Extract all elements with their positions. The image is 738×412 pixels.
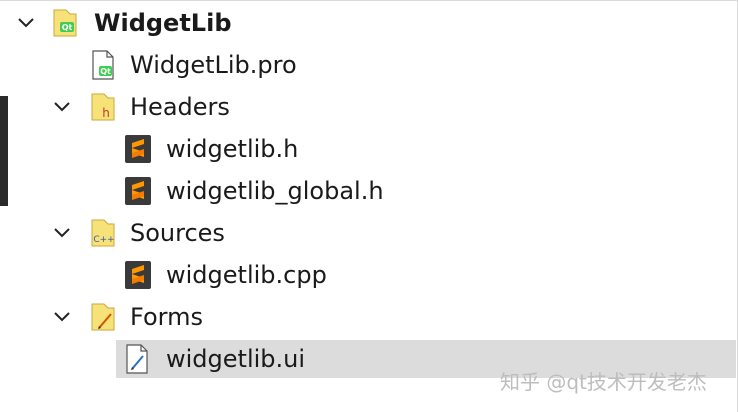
svg-text:Qt: Qt (100, 67, 111, 76)
tree-item-label: widgetlib.h (166, 135, 299, 163)
chevron-down-icon[interactable] (50, 305, 74, 329)
chevron-down-icon[interactable] (50, 221, 74, 245)
tree-item-file[interactable]: widgetlib.cpp (0, 256, 738, 294)
tree-item-label: WidgetLib (94, 9, 232, 37)
tree-item-folder[interactable]: C++ Sources (0, 214, 738, 252)
headers-folder-icon: h (90, 92, 116, 122)
chevron-down-icon[interactable] (50, 95, 74, 119)
qt-project-folder-icon: Qt (52, 8, 78, 38)
sublime-file-icon (124, 176, 151, 206)
tree-item-label: widgetlib_global.h (166, 177, 384, 205)
tree-item-folder[interactable]: Forms (0, 298, 738, 336)
tree-item-label: Sources (130, 219, 225, 247)
tree-item-file[interactable]: widgetlib_global.h (0, 172, 738, 210)
sublime-file-icon (124, 260, 151, 290)
tree-item-file[interactable]: Qt WidgetLib.pro (0, 46, 738, 84)
sublime-file-icon (124, 134, 151, 164)
tree-item-label: widgetlib.ui (166, 345, 306, 373)
tree-item-label: Forms (130, 303, 203, 331)
forms-folder-icon (90, 302, 116, 332)
cpp-sources-folder-icon: C++ (90, 218, 116, 248)
ui-form-file-icon (124, 344, 150, 374)
chevron-down-icon[interactable] (14, 11, 38, 35)
svg-text:C++: C++ (93, 235, 114, 245)
tree-item-label: widgetlib.cpp (166, 261, 327, 289)
tree-item-label: Headers (130, 93, 230, 121)
svg-text:h: h (102, 106, 110, 120)
watermark-text: 知乎 @qt技术开发老杰 (500, 370, 707, 394)
tree-item-label: WidgetLib.pro (130, 51, 297, 79)
svg-text:Qt: Qt (62, 23, 73, 32)
tree-item-file[interactable]: widgetlib.h (0, 130, 738, 168)
tree-item-root[interactable]: Qt WidgetLib (0, 4, 738, 42)
tree-item-folder[interactable]: h Headers (0, 88, 738, 126)
qt-pro-file-icon: Qt (90, 50, 116, 80)
